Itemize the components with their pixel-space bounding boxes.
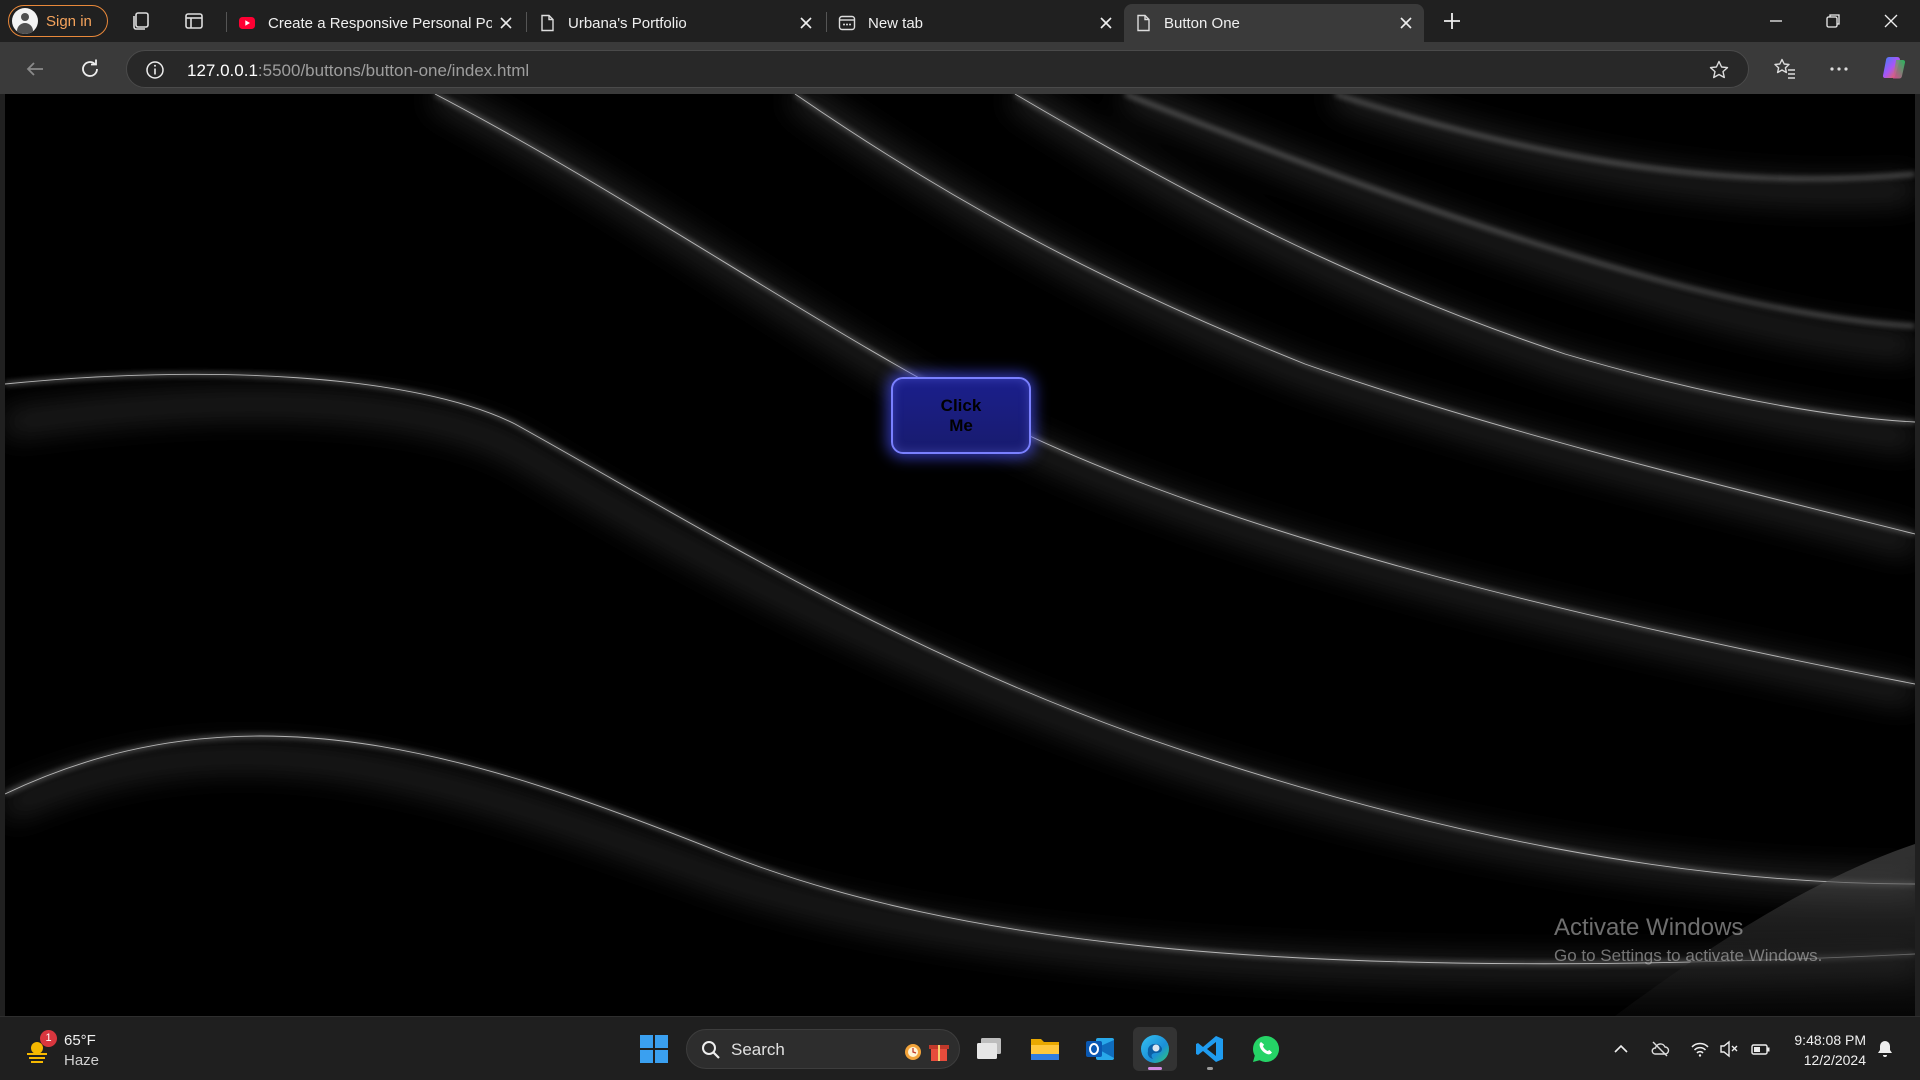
search-label: Search <box>731 1040 785 1059</box>
vscode-button[interactable] <box>1188 1027 1232 1071</box>
taskbar-search[interactable]: Search <box>686 1029 960 1069</box>
sign-in-button[interactable]: Sign in <box>8 5 108 37</box>
whatsapp-button[interactable] <box>1244 1027 1288 1071</box>
tab-button-one[interactable]: Button One <box>1124 4 1424 42</box>
click-me-label: Click Me <box>940 395 982 435</box>
onedrive-offline-icon[interactable] <box>1650 1039 1670 1059</box>
weather-condition: Haze <box>64 1052 100 1069</box>
active-app-indicator <box>1148 1067 1162 1070</box>
weather-widget[interactable]: 1 65°F Haze <box>22 1029 142 1071</box>
battery-icon[interactable] <box>1751 1039 1771 1059</box>
sign-in-label: Sign in <box>46 12 92 30</box>
copilot-icon[interactable] <box>1880 54 1908 82</box>
site-info-icon[interactable] <box>145 60 165 80</box>
tab-separator <box>826 12 827 32</box>
profile-avatar-icon <box>12 8 38 34</box>
tab-title: Urbana's Portfolio <box>568 14 687 32</box>
task-view-button[interactable] <box>968 1027 1012 1071</box>
task-view-icon <box>977 1038 1001 1059</box>
favorite-star-icon[interactable] <box>1708 59 1730 81</box>
close-tab-icon[interactable] <box>498 15 514 31</box>
start-button[interactable] <box>632 1027 676 1071</box>
outlook-button[interactable] <box>1078 1027 1122 1071</box>
close-window-icon[interactable] <box>1879 9 1903 33</box>
click-me-button[interactable]: Click Me <box>891 377 1031 454</box>
watermark-title: Activate Windows <box>1554 914 1744 941</box>
url-text[interactable]: 127.0.0.1:5500/buttons/button-one/index.… <box>187 61 529 81</box>
close-tab-icon[interactable] <box>1398 15 1414 31</box>
page-icon <box>1137 14 1150 32</box>
file-explorer-button[interactable] <box>1023 1027 1067 1071</box>
page-viewport: Click Me Activate Windows Go to Settings… <box>5 94 1915 1016</box>
tab-actions-icon[interactable] <box>183 10 205 32</box>
clock-date: 12/2/2024 <box>1803 1052 1866 1068</box>
restore-icon[interactable] <box>1821 9 1845 33</box>
tab-title: New tab <box>868 14 924 32</box>
volume-muted-icon[interactable] <box>1719 1039 1739 1059</box>
tab-title: Button One <box>1164 14 1240 32</box>
weather-temp: 65°F <box>64 1032 96 1049</box>
address-bar[interactable]: 127.0.0.1:5500/buttons/button-one/index.… <box>126 50 1749 88</box>
folder-icon <box>1031 1039 1059 1060</box>
tab-youtube[interactable]: Create a Responsive Personal Portfolio <box>228 4 524 42</box>
workspaces-icon[interactable] <box>130 10 152 32</box>
taskbar: 1 65°F Haze Search 9:48:08 PM 12/2/2024 <box>0 1016 1920 1080</box>
tab-title: Create a Responsive Personal Portfolio <box>268 14 492 32</box>
running-app-indicator <box>1207 1067 1213 1070</box>
whatsapp-icon <box>1253 1036 1280 1062</box>
edge-icon <box>1141 1035 1169 1063</box>
search-highlight-icon <box>905 1044 949 1061</box>
close-tab-icon[interactable] <box>798 15 814 31</box>
browser-toolbar: 127.0.0.1:5500/buttons/button-one/index.… <box>0 42 1920 94</box>
edge-button[interactable] <box>1133 1027 1177 1071</box>
favorites-icon[interactable] <box>1772 56 1798 82</box>
tab-new-tab[interactable]: New tab <box>828 4 1124 42</box>
wifi-icon[interactable] <box>1690 1039 1710 1059</box>
minimize-icon[interactable] <box>1764 9 1788 33</box>
weather-badge: 1 <box>40 1030 57 1047</box>
activate-windows-watermark: Activate Windows Go to Settings to activ… <box>1554 914 1822 966</box>
outlook-icon <box>1086 1038 1114 1060</box>
url-host: 127.0.0.1 <box>187 61 258 80</box>
tab-strip: Sign in Create a Responsive Personal Por… <box>0 0 1920 42</box>
tab-separator <box>526 12 527 32</box>
chevron-up-icon[interactable] <box>1611 1039 1631 1059</box>
tab-urbana-portfolio[interactable]: Urbana's Portfolio <box>528 4 824 42</box>
tab-separator <box>226 12 227 32</box>
clock-time: 9:48:08 PM <box>1794 1032 1866 1048</box>
system-clock[interactable]: 9:48:08 PM 12/2/2024 <box>1794 1030 1866 1070</box>
youtube-icon <box>239 17 255 29</box>
page-icon <box>541 14 554 32</box>
new-tab-plus-icon[interactable] <box>1440 9 1464 33</box>
more-options-icon[interactable] <box>1826 56 1852 82</box>
refresh-icon[interactable] <box>77 56 103 82</box>
back-arrow-icon[interactable] <box>22 56 48 82</box>
wave-background-image <box>5 94 1915 1016</box>
close-tab-icon[interactable] <box>1098 15 1114 31</box>
windows-logo-icon <box>640 1035 668 1063</box>
watermark-subtitle: Go to Settings to activate Windows. <box>1554 946 1823 965</box>
newtab-icon <box>838 15 856 31</box>
notification-bell-icon[interactable] <box>1875 1039 1895 1059</box>
search-icon <box>702 1041 720 1059</box>
url-path: :5500/buttons/button-one/index.html <box>257 61 530 80</box>
vscode-icon <box>1196 1036 1223 1062</box>
